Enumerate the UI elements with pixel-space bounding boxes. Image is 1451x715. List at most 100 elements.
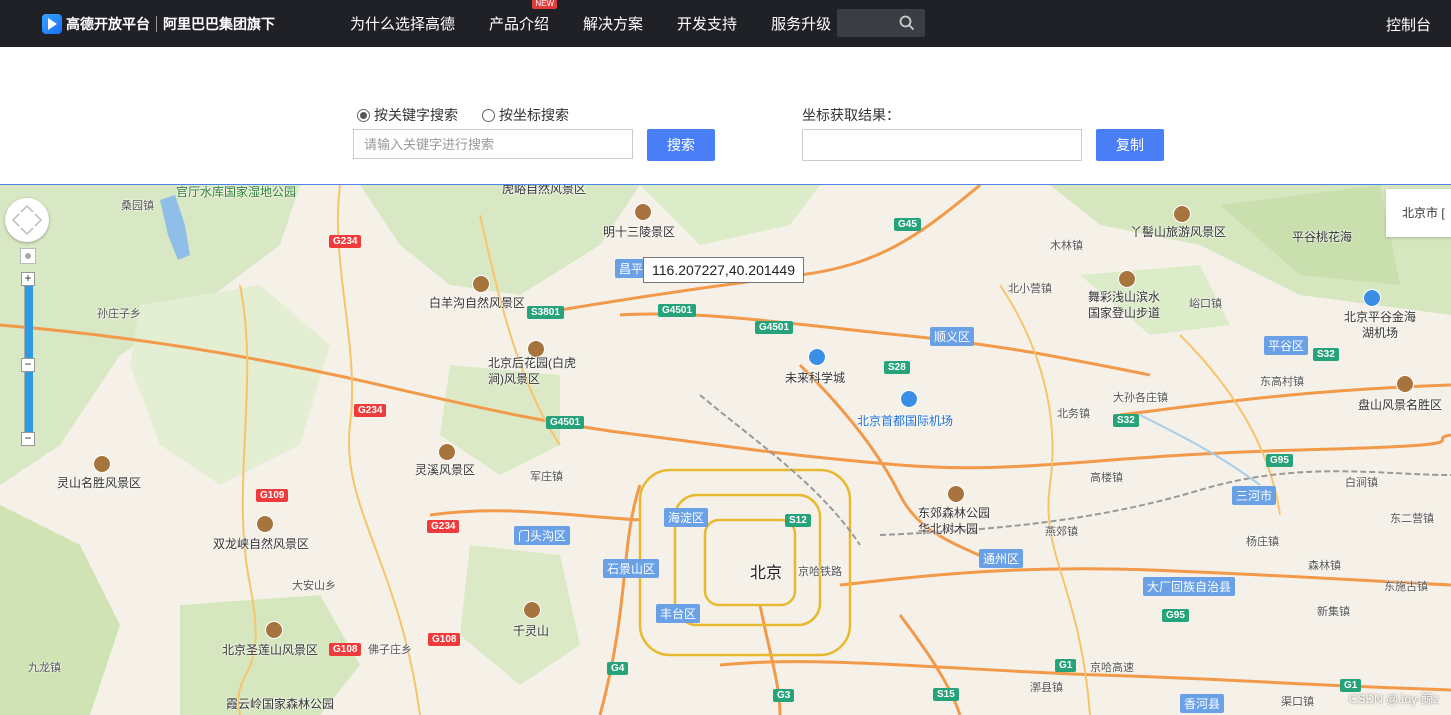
district-tag[interactable]: 香河县 [1180, 694, 1225, 713]
nav-dev-support[interactable]: 开发支持 [677, 13, 737, 34]
map-label: 东高村镇 [1260, 376, 1304, 388]
city-selector[interactable]: 北京市 [ [1386, 189, 1451, 237]
coordinate-result-field[interactable] [802, 129, 1082, 161]
radio-keyword[interactable] [357, 108, 370, 122]
map-label: 平谷桃花海 [1292, 230, 1353, 244]
airport-icon[interactable] [1363, 289, 1381, 307]
road-shield: G95 [1162, 609, 1189, 622]
map-label: 灵山名胜风景区 [57, 476, 142, 490]
road-shield: S15 [933, 688, 959, 701]
map-label: 大孙各庄镇 [1113, 392, 1168, 404]
map-label: 北京圣莲山风景区 [222, 643, 319, 657]
nav-search-box[interactable] [837, 9, 925, 37]
map-label: 大安山乡 [292, 580, 336, 592]
map-label: 千灵山 [513, 624, 550, 638]
nav-why-amap[interactable]: 为什么选择高德 [350, 13, 455, 34]
map-label: 燕郊镇 [1045, 526, 1078, 538]
nav-products-label: 产品介绍 [489, 16, 550, 33]
district-tag[interactable]: 门头沟区 [514, 526, 571, 545]
road-shield: G234 [329, 235, 362, 248]
main-nav: 为什么选择高德 产品介绍 NEW 解决方案 开发支持 服务升级 [350, 0, 865, 47]
poi-marker-icon[interactable] [256, 515, 274, 533]
keyword-search-input[interactable]: 请输入关键字进行搜索 [353, 129, 633, 159]
map-label: 霞云岭国家森林公园 [226, 697, 335, 711]
new-badge: NEW [532, 0, 558, 9]
map-label: 虎峪自然风景区 [502, 185, 587, 196]
poi-marker-icon[interactable] [93, 455, 111, 473]
map-label: 丫髻山旅游风景区 [1130, 225, 1227, 239]
map-label: 白羊沟自然风景区 [429, 296, 526, 310]
district-tag[interactable]: 三河市 [1232, 486, 1277, 505]
map-label: 孙庄子乡 [97, 308, 141, 320]
map-label: 东二营镇 [1390, 513, 1434, 525]
pan-control[interactable] [5, 198, 49, 242]
district-tag[interactable]: 丰台区 [656, 604, 701, 623]
district-tag[interactable]: 平谷区 [1264, 336, 1309, 355]
road-shield: G108 [329, 643, 362, 656]
map-label: 新集镇 [1317, 606, 1350, 618]
map-label: 灵溪风景区 [415, 463, 476, 477]
nav-service-upgrade[interactable]: 服务升级 [771, 13, 831, 34]
map-label: 桑园镇 [121, 200, 154, 212]
poi-marker-icon[interactable] [947, 485, 965, 503]
poi-marker-icon[interactable] [472, 275, 490, 293]
logo-text: 高德开放平台 [66, 16, 150, 32]
map-label: 森林镇 [1308, 560, 1341, 572]
map-label: 明十三陵景区 [603, 225, 676, 239]
district-tag[interactable]: 海淀区 [664, 508, 709, 527]
district-tag[interactable]: 大厂回族自治县 [1143, 577, 1236, 596]
map-label: 北京首都国际机场 [857, 414, 954, 428]
search-mode-radios: 按关键字搜索 按坐标搜索 [357, 105, 593, 125]
map-label: 双龙峡自然风景区 [213, 537, 310, 551]
zoom-handle[interactable]: − [21, 358, 35, 372]
road-shield: G234 [427, 520, 460, 533]
poi-marker-icon[interactable] [634, 203, 652, 221]
map-label: 东郊森林公园华北树木园 [918, 506, 991, 536]
science-city-icon[interactable] [808, 348, 826, 366]
district-tag[interactable]: 通州区 [979, 549, 1024, 568]
result-label: 坐标获取结果： [802, 107, 900, 123]
map-label: 木林镇 [1050, 240, 1083, 252]
poi-marker-icon[interactable] [1118, 270, 1136, 288]
radio-coordinate[interactable] [482, 108, 495, 122]
copy-button[interactable]: 复制 [1096, 129, 1164, 161]
search-button[interactable]: 搜索 [647, 129, 715, 161]
poi-marker-icon[interactable] [438, 443, 456, 461]
radio-keyword-label[interactable]: 按关键字搜索 [374, 105, 458, 125]
amap-logo[interactable]: 高德开放平台 阿里巴巴集团旗下 [42, 13, 275, 35]
zoom-in-button[interactable]: + [21, 272, 35, 286]
top-nav-bar: 高德开放平台 阿里巴巴集团旗下 为什么选择高德 产品介绍 NEW 解决方案 开发支… [0, 0, 1451, 47]
district-tag[interactable]: 石景山区 [603, 559, 660, 578]
nav-products[interactable]: 产品介绍 NEW [489, 0, 558, 34]
road-shield: S28 [884, 361, 910, 374]
poi-marker-icon[interactable] [523, 601, 541, 619]
poi-marker-icon[interactable] [1396, 375, 1414, 393]
zoom-out-button[interactable]: − [21, 432, 35, 446]
road-shield: G4501 [658, 304, 697, 317]
picker-panel: 按关键字搜索 按坐标搜索 请输入关键字进行搜索 搜索 坐标获取结果： 复制 [0, 47, 1451, 186]
console-link[interactable]: 控制台 [1386, 14, 1431, 35]
locate-button[interactable] [20, 248, 36, 264]
road-shield: G4501 [546, 416, 585, 429]
poi-marker-icon[interactable] [265, 621, 283, 639]
map-label: 军庄镇 [530, 471, 563, 483]
map-label: 京哈高速 [1090, 662, 1134, 674]
road-shield: G109 [256, 489, 289, 502]
map-canvas[interactable]: 官厅水库国家湿地公园 桑园镇 虎峪自然风景区 明十三陵景区 丫髻山旅游风景区 平… [0, 185, 1451, 715]
poi-marker-icon[interactable] [1173, 205, 1191, 223]
road-shield: G234 [354, 404, 387, 417]
map-label: 东施古镇 [1384, 581, 1428, 593]
map-label: 渠口镇 [1281, 696, 1314, 708]
map-label: 九龙镇 [28, 662, 61, 674]
logo-subtitle: 阿里巴巴集团旗下 [163, 16, 275, 32]
map-label: 峪口镇 [1189, 298, 1222, 310]
district-tag[interactable]: 顺义区 [930, 327, 975, 346]
map-label: 盘山风景名胜区 [1358, 398, 1443, 412]
radio-coordinate-label[interactable]: 按坐标搜索 [499, 105, 569, 125]
road-shield: G95 [1266, 454, 1293, 467]
map-label: 白涧镇 [1345, 477, 1378, 489]
map-label: 北务镇 [1057, 408, 1090, 420]
nav-solutions[interactable]: 解决方案 [583, 13, 643, 34]
airport-icon[interactable] [900, 390, 918, 408]
map-label: 北京后花园(白虎涧)风景区 [488, 356, 576, 386]
